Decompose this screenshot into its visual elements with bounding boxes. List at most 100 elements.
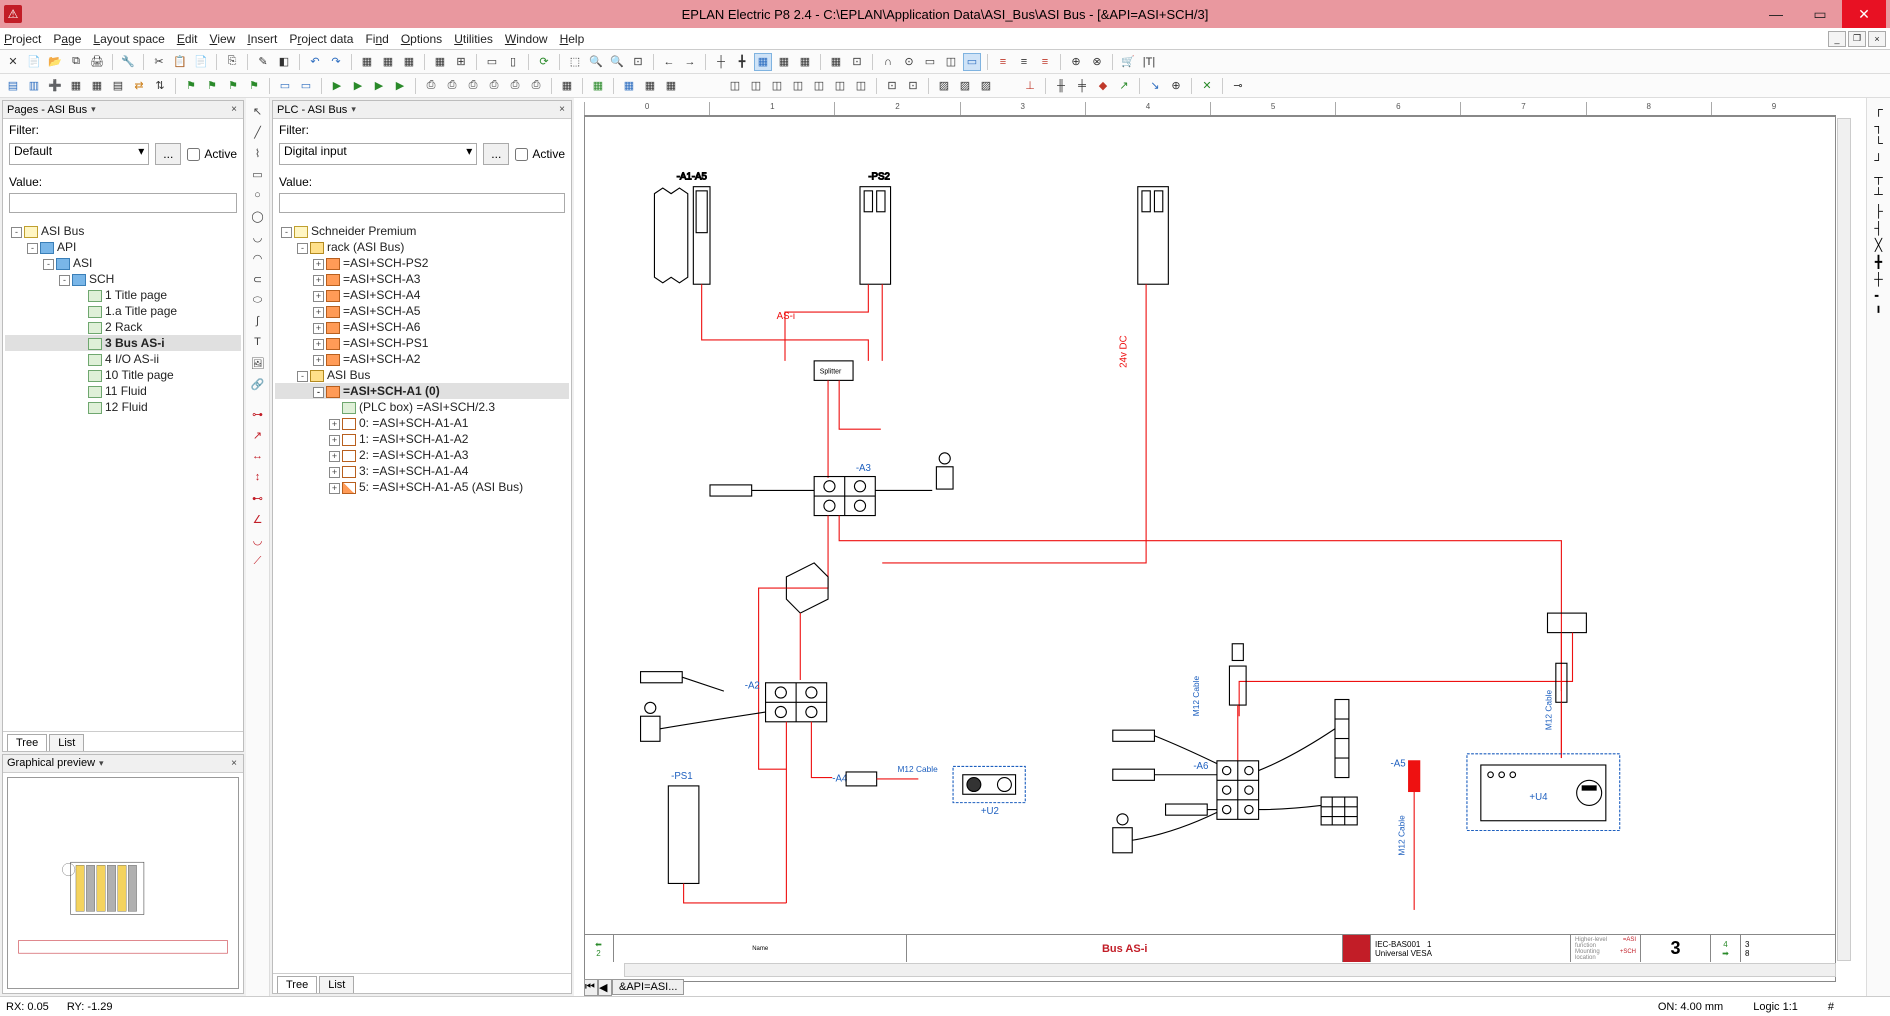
tb2-e6[interactable]: ⎙ — [527, 77, 545, 95]
tree-item[interactable]: -ASI Bus — [5, 223, 241, 239]
tb-open-icon[interactable]: 📂 — [46, 53, 64, 71]
tb-zoomout-icon[interactable]: 🔍 — [608, 53, 626, 71]
plc-value-input[interactable] — [279, 193, 565, 213]
doc-tab[interactable]: &API=ASI... — [612, 979, 684, 995]
mdi-minimize[interactable]: _ — [1828, 31, 1846, 47]
tb-prev-icon[interactable]: ← — [660, 53, 678, 71]
junc1-icon[interactable]: ╳ — [1875, 238, 1882, 252]
dim2-icon[interactable]: ↔ — [249, 447, 267, 465]
tree-item[interactable]: +=ASI+SCH-A2 — [275, 351, 569, 367]
tb-new-icon[interactable]: 📄 — [25, 53, 43, 71]
tb-snap1-icon[interactable]: ┼ — [712, 53, 730, 71]
menu-view[interactable]: View — [210, 32, 236, 46]
tb2-j3[interactable]: ▨ — [977, 77, 995, 95]
tb2-g2[interactable]: ▦ — [589, 77, 607, 95]
tb-snap9-icon[interactable]: ▭ — [921, 53, 939, 71]
dim6-icon[interactable]: ◡ — [249, 531, 267, 549]
tb-snap5-icon[interactable]: ▦ — [796, 53, 814, 71]
tb2-g5[interactable]: ▦ — [662, 77, 680, 95]
menu-page[interactable]: Page — [53, 32, 81, 46]
tree-item[interactable]: +1: =ASI+SCH-A1-A2 — [275, 431, 569, 447]
tb2-play2-icon[interactable]: ▶ — [349, 77, 367, 95]
tree-item[interactable]: -ASI — [5, 255, 241, 271]
tb2-k1[interactable]: ⊥ — [1021, 77, 1039, 95]
tb2-a[interactable]: ▤ — [4, 77, 22, 95]
tree-item[interactable]: 4 I/O AS-ii — [5, 351, 241, 367]
arc-icon[interactable]: ◡ — [249, 228, 267, 246]
plc-filter-select[interactable]: Digital input▾ — [279, 143, 477, 165]
plc-filter-dots[interactable]: ... — [483, 143, 509, 165]
tb2-e[interactable]: ▦ — [88, 77, 106, 95]
plc-tree[interactable]: -Schneider Premium-rack (ASI Bus)+=ASI+S… — [273, 219, 571, 973]
tb-win2-icon[interactable]: ▯ — [504, 53, 522, 71]
tree-item[interactable]: 12 Fluid — [5, 399, 241, 415]
tb2-g1[interactable]: ▦ — [558, 77, 576, 95]
pages-value-input[interactable] — [9, 193, 237, 213]
tb2-sym2[interactable]: ▭ — [297, 77, 315, 95]
pin-icon[interactable]: ▾ — [91, 104, 96, 115]
tree-item[interactable]: -ASI Bus — [275, 367, 569, 383]
menu-project-data[interactable]: Project data — [289, 32, 353, 46]
tb-snap6-icon[interactable]: ▦ — [827, 53, 845, 71]
tb2-h6[interactable]: ◫ — [831, 77, 849, 95]
close-icon[interactable]: × — [229, 758, 239, 769]
pages-tab-list[interactable]: List — [49, 734, 84, 751]
tb2-f[interactable]: ▤ — [109, 77, 127, 95]
tree-item[interactable]: 2 Rack — [5, 319, 241, 335]
mdi-restore[interactable]: ❐ — [1848, 31, 1866, 47]
drawing-canvas[interactable]: 0123456789 -A1-A5 -PS2 — [574, 98, 1866, 996]
circle2-icon[interactable]: ◯ — [249, 207, 267, 225]
tree-item[interactable]: +2: =ASI+SCH-A1-A3 — [275, 447, 569, 463]
tb2-e1[interactable]: ⎙ — [422, 77, 440, 95]
tb-sym5-icon[interactable]: ⊗ — [1088, 53, 1106, 71]
tb-paste-icon[interactable]: 📄 — [192, 53, 210, 71]
minimize-button[interactable]: — — [1754, 0, 1798, 28]
tb2-g4[interactable]: ▦ — [641, 77, 659, 95]
angle1-icon[interactable]: ┌ — [1874, 102, 1883, 116]
tb-insert-icon[interactable]: ⎘ — [223, 53, 241, 71]
tb2-play4-icon[interactable]: ▶ — [391, 77, 409, 95]
tb2-e2[interactable]: ⎙ — [443, 77, 461, 95]
tb-snap7-icon[interactable]: ⊡ — [848, 53, 866, 71]
tee3-icon[interactable]: ├ — [1874, 204, 1883, 218]
tb2-k3[interactable]: ╪ — [1073, 77, 1091, 95]
tb2-k2[interactable]: ╫ — [1052, 77, 1070, 95]
pin-icon[interactable]: ▾ — [99, 758, 104, 769]
tree-item[interactable]: -SCH — [5, 271, 241, 287]
tree-item[interactable]: 10 Title page — [5, 367, 241, 383]
tb2-flag2-icon[interactable]: ⚑ — [203, 77, 221, 95]
tb2-e5[interactable]: ⎙ — [506, 77, 524, 95]
tb-undo-icon[interactable]: ↶ — [306, 53, 324, 71]
tb-cart-icon[interactable]: 🛒 — [1119, 53, 1137, 71]
tb-snap4-icon[interactable]: ▦ — [775, 53, 793, 71]
tb2-l3[interactable]: ✕ — [1198, 77, 1216, 95]
link-icon[interactable]: 🔗 — [249, 375, 267, 393]
tb-zoomwin-icon[interactable]: ⬚ — [566, 53, 584, 71]
tree-item[interactable]: +0: =ASI+SCH-A1-A1 — [275, 415, 569, 431]
tab-prev-icon[interactable]: ◀ — [598, 979, 612, 996]
tree-item[interactable]: 3 Bus AS-i — [5, 335, 241, 351]
maximize-button[interactable]: ▭ — [1798, 0, 1842, 28]
close-icon[interactable]: × — [229, 104, 239, 115]
plc-tab-tree[interactable]: Tree — [277, 976, 317, 993]
spline-icon[interactable]: ∫ — [249, 312, 267, 330]
conn-icon[interactable]: ⊶ — [249, 405, 267, 423]
end1-icon[interactable]: ╸ — [1875, 289, 1882, 303]
tree-item[interactable]: +=ASI+SCH-A6 — [275, 319, 569, 335]
tree-item[interactable]: -API — [5, 239, 241, 255]
tb2-l2[interactable]: ⊕ — [1167, 77, 1185, 95]
tab-first-icon[interactable]: ⏮ — [584, 979, 598, 996]
tb-win1-icon[interactable]: ▭ — [483, 53, 501, 71]
tb-pencil-icon[interactable]: ✎ — [254, 53, 272, 71]
preview-panel-header[interactable]: Graphical preview ▾ × — [3, 755, 243, 773]
angle2-icon[interactable]: ┐ — [1874, 119, 1883, 133]
tb-wrench-icon[interactable]: 🔧 — [119, 53, 137, 71]
close-icon[interactable]: × — [557, 104, 567, 115]
tree-item[interactable]: +=ASI+SCH-A4 — [275, 287, 569, 303]
tb-text-icon[interactable]: |T| — [1140, 53, 1158, 71]
tb-grid2-icon[interactable]: ⊞ — [452, 53, 470, 71]
pages-active-checkbox[interactable]: Active — [187, 147, 237, 161]
tb-snap8-icon[interactable]: ⊙ — [900, 53, 918, 71]
tb2-h5[interactable]: ◫ — [810, 77, 828, 95]
tb2-c[interactable]: ➕ — [46, 77, 64, 95]
